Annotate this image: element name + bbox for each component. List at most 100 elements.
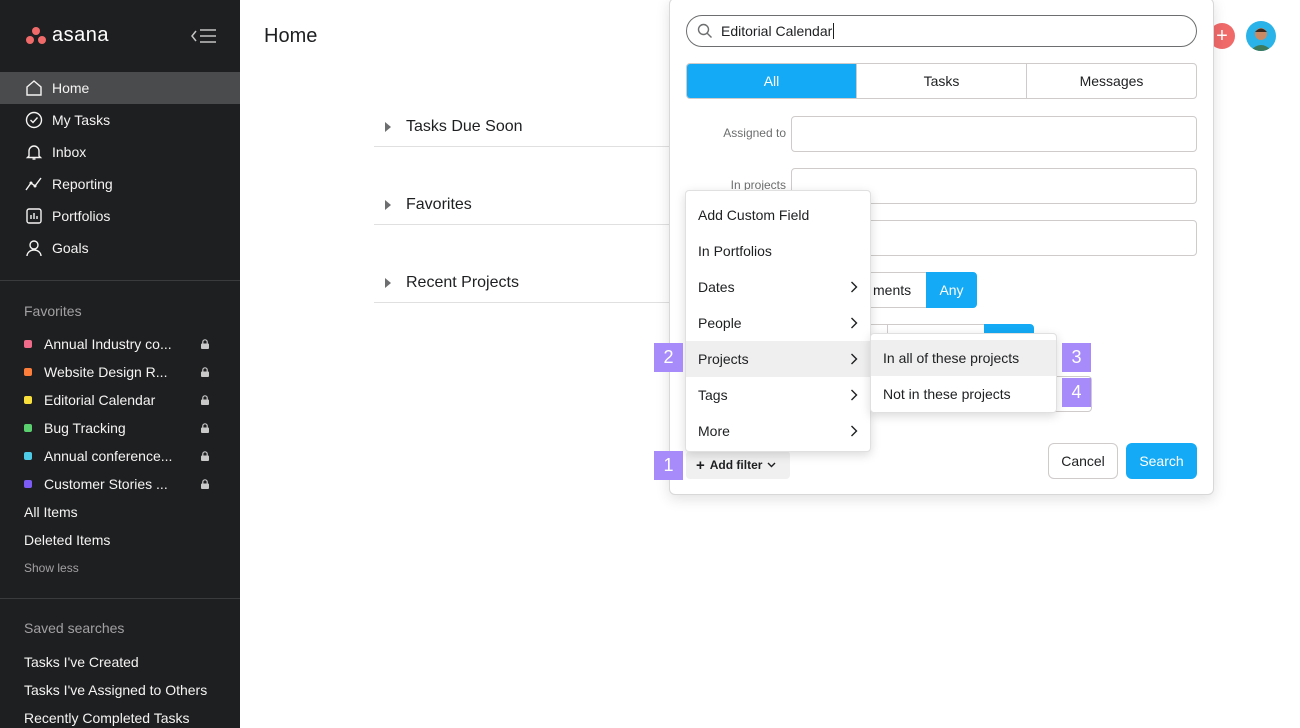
favorite-item[interactable]: Annual Industry co... [0,330,240,358]
project-color-dot [24,480,32,488]
section-recent-projects[interactable]: Recent Projects [374,263,674,303]
sidebar-item-portfolios[interactable]: Portfolios [0,200,240,232]
favorite-item[interactable]: Customer Stories ... [0,470,240,498]
sidebar-item-label: Home [52,80,90,96]
lock-icon [201,423,209,433]
any-option[interactable]: Any [926,272,977,308]
project-color-dot [24,424,32,432]
sidebar-nav: Home My Tasks Inbox Reporting Portfolios [0,72,240,264]
page-title: Home [264,25,318,47]
search-button[interactable]: Search [1126,443,1197,479]
menu-item-label: In all of these projects [883,350,1020,366]
cancel-button[interactable]: Cancel [1048,443,1118,479]
portfolio-icon [24,206,44,226]
favorite-label: Customer Stories ... [44,476,168,492]
menu-item-in-all-projects[interactable]: In all of these projects [871,340,1056,376]
chevron-right-icon [851,281,858,293]
favorite-label: Annual conference... [44,448,173,464]
caret-right-icon[interactable] [385,199,391,210]
sidebar-item-home[interactable]: Home [0,72,240,104]
sidebar: asana Home My Tasks Inbox Reporting Port… [0,0,240,728]
menu-item-more[interactable]: More [686,413,870,449]
tab-messages[interactable]: Messages [1027,64,1196,98]
saved-search-item[interactable]: Recently Completed Tasks [0,704,207,728]
sidebar-divider [0,598,240,599]
collapse-sidebar-icon[interactable] [190,26,218,46]
saved-search-item[interactable]: Tasks I've Created [0,648,207,676]
sidebar-item-label: My Tasks [52,112,111,128]
avatar[interactable] [1246,21,1276,51]
section-tasks-due-soon[interactable]: Tasks Due Soon [374,107,674,147]
menu-item-add-custom-field[interactable]: Add Custom Field [686,197,870,233]
sidebar-item-reporting[interactable]: Reporting [0,168,240,200]
project-color-dot [24,452,32,460]
section-label: Favorites [406,195,472,213]
sidebar-item-inbox[interactable]: Inbox [0,136,240,168]
favorite-item[interactable]: Bug Tracking [0,414,240,442]
menu-item-label: In Portfolios [698,243,772,259]
search-input[interactable]: Editorial Calendar [686,15,1197,47]
favorite-label: Bug Tracking [44,420,126,436]
menu-item-people[interactable]: People [686,305,870,341]
section-label: Tasks Due Soon [406,117,523,135]
lock-icon [201,395,209,405]
tab-tasks[interactable]: Tasks [857,64,1027,98]
app-name: asana [52,24,109,46]
favorite-item[interactable]: Website Design R... [0,358,240,386]
step-badge-1: 1 [654,451,683,480]
assigned-to-field[interactable] [791,116,1197,152]
saved-searches-title[interactable]: Saved searches [24,620,124,636]
favorite-item[interactable]: Editorial Calendar [0,386,240,414]
menu-item-not-in-projects[interactable]: Not in these projects [871,376,1056,412]
check-circle-icon [24,110,44,130]
search-type-tabs: All Tasks Messages [686,63,1197,99]
menu-item-projects[interactable]: Projects [686,341,870,377]
menu-item-label: Add Custom Field [698,207,810,223]
step-badge-4: 4 [1062,378,1091,407]
favorite-label: Website Design R... [44,364,168,380]
menu-item-label: Dates [698,279,735,295]
section-favorites[interactable]: Favorites [374,185,674,225]
add-filter-menu: Add Custom Field In Portfolios Dates Peo… [685,190,871,452]
asana-logo-icon [26,26,46,45]
favorites-title[interactable]: Favorites [24,303,82,319]
chevron-right-icon [851,389,858,401]
favorite-item[interactable]: Annual conference... [0,442,240,470]
all-items-link[interactable]: All Items [0,498,240,526]
lock-icon [201,339,209,349]
asana-logo[interactable]: asana [26,24,109,47]
project-color-dot [24,396,32,404]
saved-searches-list: Tasks I've Created Tasks I've Assigned t… [0,648,207,728]
sidebar-item-label: Reporting [52,176,113,192]
deleted-items-link[interactable]: Deleted Items [0,526,240,554]
person-icon [24,238,44,258]
sidebar-item-label: Portfolios [52,208,111,224]
projects-submenu: In all of these projects Not in these pr… [870,333,1057,413]
add-filter-button[interactable]: + Add filter [686,451,790,479]
menu-item-label: More [698,423,730,439]
trend-line-icon [24,174,44,194]
menu-item-dates[interactable]: Dates [686,269,870,305]
lock-icon [201,479,209,489]
menu-item-label: People [698,315,742,331]
search-input-value: Editorial Calendar [721,23,833,39]
saved-search-item[interactable]: Tasks I've Assigned to Others [0,676,207,704]
sidebar-item-goals[interactable]: Goals [0,232,240,264]
menu-item-in-portfolios[interactable]: In Portfolios [686,233,870,269]
sidebar-item-my-tasks[interactable]: My Tasks [0,104,240,136]
project-color-dot [24,340,32,348]
sidebar-item-label: Inbox [52,144,87,160]
caret-right-icon[interactable] [385,277,391,288]
menu-item-tags[interactable]: Tags [686,377,870,413]
favorite-label: Editorial Calendar [44,392,156,408]
caret-right-icon[interactable] [385,121,391,132]
step-badge-3: 3 [1062,343,1091,372]
search-icon [697,23,712,38]
add-filter-label: Add filter [709,458,763,472]
favorites-list: Annual Industry co... Website Design R..… [0,330,240,582]
tab-all[interactable]: All [687,64,857,98]
lock-icon [201,367,209,377]
any-option-label: Any [939,282,964,298]
assigned-to-label: Assigned to [723,126,786,140]
show-less-link[interactable]: Show less [0,554,240,582]
